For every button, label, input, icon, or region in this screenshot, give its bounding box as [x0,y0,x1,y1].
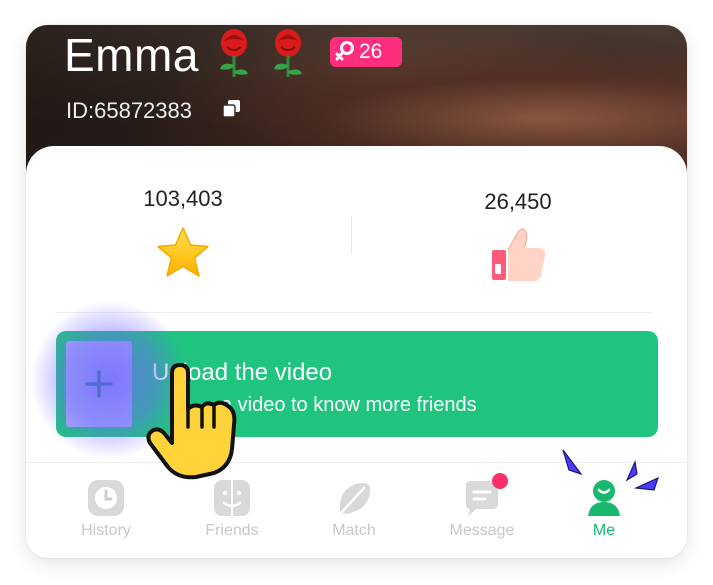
copy-icon[interactable] [222,99,242,119]
tab-label: Message [449,522,515,539]
notification-dot [492,473,508,489]
tab-message[interactable]: Message [437,478,527,540]
stars-count: 103,403 [143,186,223,211]
me-icon [588,480,620,516]
stats-divider [351,216,352,254]
pointer-hand-icon [146,363,237,480]
tab-label: Me [592,522,616,539]
rose-icon [274,29,302,77]
tab-label: Friends [205,522,259,539]
likes-count: 26,450 [484,189,552,214]
history-icon [88,480,124,516]
sparkle-icon [634,476,660,491]
female-icon [335,41,354,61]
female-age-badge: 26 [330,37,402,67]
tab-friends[interactable]: Friends [187,478,277,540]
thumbs-up-icon [492,228,546,281]
sparkle-icon [562,449,583,476]
tab-history[interactable]: History [61,478,151,540]
rose-icon [220,29,248,77]
profile-name: Emma [64,29,199,81]
friends-icon [214,480,250,516]
tabbar-divider [26,462,687,463]
tab-label: Match [332,522,376,539]
upload-subtitle-text: a video to know more friends [220,394,477,416]
star-icon [157,227,209,277]
tab-label: History [81,522,131,539]
badge-count: 26 [359,40,383,63]
tab-match[interactable]: Match [309,478,399,540]
match-icon [339,483,371,514]
user-id: ID:65872383 [66,98,192,123]
